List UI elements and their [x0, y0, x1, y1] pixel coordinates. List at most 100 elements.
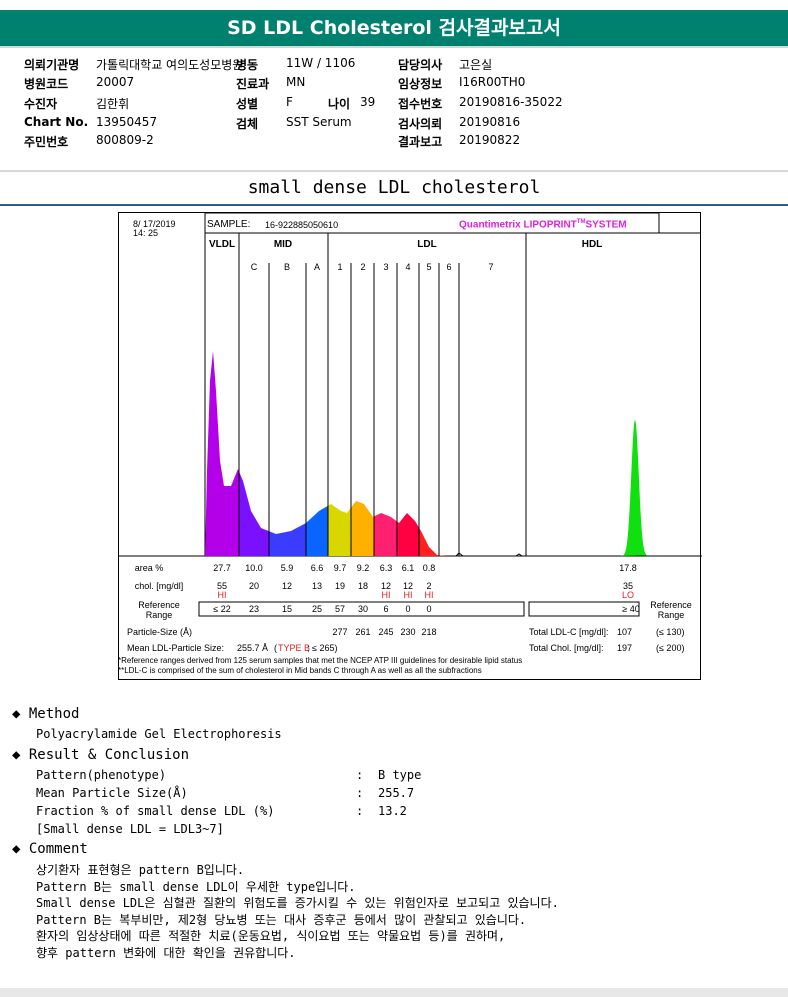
total-ldl: 107 [617, 627, 633, 637]
flag-badge: HI [403, 590, 413, 600]
band-label: 5 [426, 262, 432, 272]
fraction-area-HDL [615, 419, 647, 556]
sample-box [204, 213, 660, 234]
chol-value: 13 [311, 581, 323, 591]
bottom-bar [0, 988, 788, 997]
group-label: LDL [417, 239, 437, 250]
chol-value: 12 [281, 581, 293, 591]
reference-value: 0 [426, 604, 432, 614]
result-value: 255.7 [378, 786, 415, 800]
info-value: SST Serum [286, 115, 352, 129]
info-label: Chart No. [24, 115, 89, 129]
info-value: 13950457 [96, 115, 158, 129]
info-label: 담당의사 [398, 58, 443, 72]
info-value: 11W / 1106 [286, 56, 356, 70]
reference-value: 23 [248, 604, 260, 614]
info-value: 20190816 [459, 115, 521, 129]
chol-value: 19 [334, 581, 346, 591]
band-label: 2 [360, 262, 366, 272]
info-label: 병원코드 [24, 77, 69, 91]
comment-line: Small dense LDL은 심혈관 질환의 위험도를 증가시킬 수 있는 … [36, 896, 559, 910]
info-value: 20007 [96, 75, 135, 89]
row-label: Reference Range [650, 600, 692, 620]
result-value: B type [378, 768, 422, 782]
info-value: 20190816-35022 [459, 95, 563, 109]
info-value: MN [286, 75, 306, 89]
result-value: 13.2 [378, 804, 407, 818]
info-value: 김한휘 [96, 97, 130, 111]
total-chol: 197 [617, 643, 633, 653]
particle-size: 277 [332, 627, 348, 637]
reference-value: 25 [311, 604, 323, 614]
footnote: **LDL-C is comprised of the sum of chole… [118, 666, 482, 675]
result-colon: : [356, 804, 364, 818]
band-label: 3 [383, 262, 389, 272]
info-value: 39 [360, 95, 376, 109]
total-chol-label: Total Chol. [mg/dl]: [529, 643, 604, 653]
info-label: 진료과 [236, 77, 270, 91]
info-label: 병동 [236, 58, 259, 72]
comment-line: Pattern B는 복부비만, 제2형 당뇨병 또는 대사 증후군 등에서 많… [36, 912, 527, 927]
method-text: Polyacrylamide Gel Electrophoresis [36, 727, 282, 741]
result-key: Fraction % of small dense LDL (%) [36, 804, 275, 818]
fraction-area-5 [419, 527, 446, 556]
group-label: HDL [581, 239, 603, 250]
area-value: 5.9 [280, 563, 294, 573]
reference-value: ≤ 22 [213, 604, 231, 614]
flag-badge: HI [381, 590, 391, 600]
comment-line: Pattern B는 small dense LDL이 우세한 type입니다. [36, 879, 356, 894]
chol-value: 18 [357, 581, 369, 591]
area-value: 6.1 [401, 563, 415, 573]
flag-badge: LO [621, 590, 635, 600]
comment-heading: ◆ Comment [12, 841, 88, 857]
band-label: 6 [446, 262, 452, 272]
info-label: 검체 [236, 117, 259, 131]
fraction-area-B [269, 523, 306, 556]
result-note: [Small dense LDL = LDL3~7] [36, 822, 224, 836]
band-label: C [250, 262, 258, 272]
area-value: 10.0 [245, 563, 263, 573]
info-value: 20190822 [459, 133, 521, 147]
band-label: 1 [337, 262, 343, 272]
mean-size: 255.7 Å [237, 643, 269, 653]
fraction-area-3 [374, 513, 397, 556]
total-ldl-ref: (≤ 130) [656, 627, 685, 637]
report-title: SD LDL Cholesterol 검사결과보고서 [0, 10, 788, 48]
result-key: Mean Particle Size(Å) [36, 786, 188, 800]
section-title: small dense LDL cholesterol [0, 170, 788, 206]
fraction-area-A [306, 505, 328, 556]
fraction-area-C [239, 471, 269, 556]
info-value: I16R00TH0 [459, 75, 526, 89]
info-value: F [286, 95, 293, 109]
info-label: 수진자 [24, 97, 58, 111]
info-label: 결과보고 [398, 135, 443, 149]
comment-line: 상기환자 표현형은 pattern B입니다. [36, 863, 245, 877]
method-heading: ◆ Method [12, 706, 80, 722]
total-chol-ref: (≤ 200) [656, 643, 685, 653]
particle-size: 261 [355, 627, 371, 637]
info-label: 나이 [328, 97, 351, 111]
area-value: 6.6 [310, 563, 324, 573]
info-label: 임상정보 [398, 77, 443, 91]
band-label: 4 [405, 262, 411, 272]
band-label: B [283, 262, 291, 272]
lipoprint-chart: 8/ 17/2019 14: 25 SAMPLE: 16-92288505061… [118, 212, 702, 680]
reference-value: 0 [405, 604, 411, 614]
info-label: 성별 [236, 97, 259, 111]
reference-value: 15 [281, 604, 293, 614]
comment-line: 환자의 임상상태에 따른 적절한 치료(운동요법, 식이요법 또는 약물요법 등… [36, 929, 506, 943]
result-heading: ◆ Result & Conclusion [12, 747, 190, 763]
band-label: A [313, 262, 321, 272]
area-value: 9.2 [356, 563, 370, 573]
area-value: 9.7 [333, 563, 347, 573]
info-value: 800809-2 [96, 133, 154, 147]
row-label: Reference Range [138, 600, 180, 620]
type-open: ( [274, 643, 277, 653]
particle-size: 230 [400, 627, 416, 637]
reference-value: 30 [357, 604, 369, 614]
band-label: 7 [488, 262, 494, 272]
area-value: 0.8 [422, 563, 436, 573]
group-label: VLDL [208, 239, 236, 250]
fraction-area-1 [328, 504, 351, 556]
info-label: 검사의뢰 [398, 117, 443, 131]
